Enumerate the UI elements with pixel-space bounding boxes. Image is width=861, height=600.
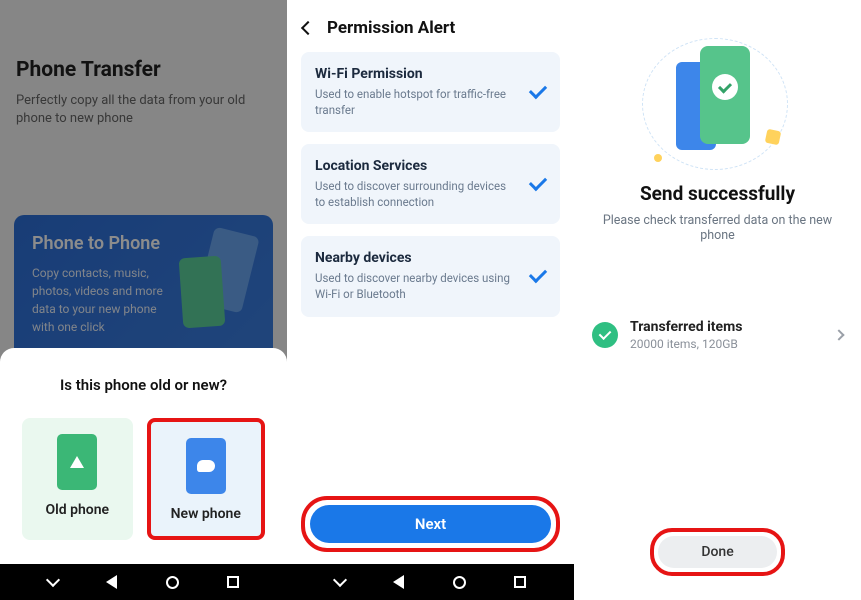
permission-list: Wi-Fi Permission Used to enable hotspot …	[287, 52, 574, 317]
item-subtitle: 20000 items, 120GB	[630, 337, 742, 351]
done-highlight: Done	[650, 528, 785, 576]
nav-menu-icon[interactable]	[333, 573, 347, 587]
bottom-sheet: Is this phone old or new? Old phone New …	[0, 348, 287, 564]
transferred-items-row[interactable]: Transferred items 20000 items, 120GB	[580, 307, 855, 363]
nav-home-icon[interactable]	[166, 576, 179, 589]
perm-title: Location Services	[315, 158, 516, 174]
nav-back-icon[interactable]	[106, 575, 117, 589]
next-highlight: Next	[301, 496, 560, 552]
success-illustration	[648, 44, 788, 164]
chevron-right-icon	[833, 329, 844, 340]
perm-title: Wi-Fi Permission	[315, 66, 516, 82]
new-phone-icon	[186, 438, 226, 494]
perm-desc: Used to discover nearby devices using Wi…	[315, 270, 516, 302]
next-button[interactable]: Next	[310, 505, 551, 543]
old-phone-icon	[57, 434, 97, 490]
page-title: Permission Alert	[327, 18, 455, 38]
check-icon	[529, 265, 547, 283]
perm-desc: Used to enable hotspot for traffic-free …	[315, 86, 516, 118]
new-phone-option[interactable]: New phone	[147, 418, 266, 540]
nav-recent-icon[interactable]	[514, 576, 526, 588]
nav-home-icon[interactable]	[453, 576, 466, 589]
nav-recent-icon[interactable]	[227, 576, 239, 588]
success-title: Send successfully	[574, 182, 861, 205]
android-navbar	[0, 564, 287, 600]
success-subtitle: Please check transferred data on the new…	[588, 213, 847, 243]
old-phone-label: Old phone	[45, 502, 109, 518]
success-check-icon	[592, 322, 618, 348]
perm-title: Nearby devices	[315, 250, 516, 266]
perm-desc: Used to discover surrounding devices to …	[315, 178, 516, 210]
perm-nearby[interactable]: Nearby devices Used to discover nearby d…	[301, 236, 560, 316]
item-title: Transferred items	[630, 319, 742, 335]
nav-back-icon[interactable]	[393, 575, 404, 589]
perm-wifi[interactable]: Wi-Fi Permission Used to enable hotspot …	[301, 52, 560, 132]
back-icon[interactable]	[301, 21, 315, 35]
old-phone-option[interactable]: Old phone	[22, 418, 133, 540]
check-icon	[529, 173, 547, 191]
done-button[interactable]: Done	[658, 536, 777, 568]
nav-menu-icon[interactable]	[46, 573, 60, 587]
perm-location[interactable]: Location Services Used to discover surro…	[301, 144, 560, 224]
check-icon	[529, 81, 547, 99]
new-phone-label: New phone	[171, 506, 241, 522]
sheet-question: Is this phone old or new?	[22, 376, 265, 394]
android-navbar	[287, 564, 574, 600]
